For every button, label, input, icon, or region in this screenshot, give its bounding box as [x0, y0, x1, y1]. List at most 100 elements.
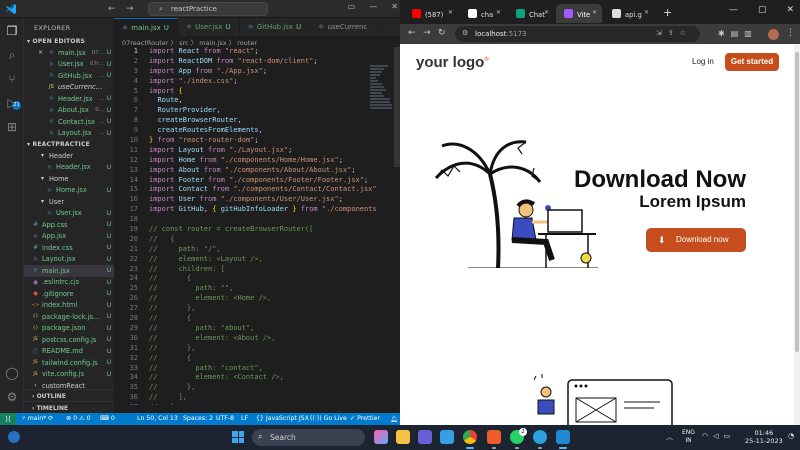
encoding-status[interactable]: UTF-8 [216, 415, 234, 422]
reload-icon[interactable]: ↻ [438, 28, 446, 38]
profile-avatar[interactable] [768, 29, 779, 40]
reading-list-icon[interactable]: ▤ [731, 29, 745, 38]
editor-tab[interactable]: ⚛ main.jsx U [114, 18, 178, 36]
open-editor-item[interactable]: ⚛ About.jsx 0... U [24, 105, 114, 117]
file-item[interactable]: ⚛ Header.jsx U [24, 162, 114, 174]
notification-bell-icon[interactable]: ◔ [788, 432, 794, 440]
file-item[interactable]: <> index.html U [24, 300, 114, 312]
tab-close-icon[interactable]: ✕ [496, 9, 501, 16]
weather-icon[interactable] [8, 431, 20, 443]
file-item[interactable]: ◆ .gitignore U [24, 288, 114, 300]
command-center-search[interactable]: ⌕ reactPractice [148, 2, 268, 16]
language-mode[interactable]: {} JavaScript JSX [256, 415, 309, 422]
notifications-icon[interactable]: 🔔︎ [390, 415, 398, 423]
maximize-button[interactable]: ▢ [758, 5, 767, 15]
nav-back-button[interactable]: ← [108, 4, 116, 14]
folder-item[interactable]: ▾ User [24, 196, 114, 208]
browser-tab[interactable]: api.g ✕ [604, 4, 654, 23]
photos-icon[interactable] [440, 430, 454, 444]
brave-icon[interactable] [487, 430, 501, 449]
start-button[interactable] [232, 431, 244, 443]
telegram-icon[interactable] [533, 430, 547, 449]
taskbar-search[interactable]: ⌕ Search [252, 429, 365, 446]
chrome-taskbar-icon[interactable] [463, 430, 477, 449]
branch-status[interactable]: ⑂ main* ⟳ [22, 415, 53, 422]
download-now-button[interactable]: ⬇ Download now [646, 228, 746, 252]
site-info-icon[interactable]: ⚙ [462, 29, 468, 37]
vscode-taskbar-icon[interactable] [556, 430, 570, 449]
close-button[interactable]: ✕ [391, 2, 398, 11]
eol-status[interactable]: LF [241, 415, 248, 422]
file-item[interactable]: JS postcss.config.js U [24, 334, 114, 346]
file-item[interactable]: ⓘ README.md U [24, 346, 114, 358]
new-tab-button[interactable]: + [663, 6, 672, 19]
ports-status[interactable]: ⌨ 0 [100, 415, 115, 422]
quick-settings[interactable]: ◠◁▭ [702, 432, 735, 440]
file-item[interactable]: ⚛ Layout.jsx U [24, 254, 114, 266]
browser-tab[interactable]: cha ✕ [460, 4, 506, 23]
file-item[interactable]: {} package-lock.js... U [24, 311, 114, 323]
cursor-position[interactable]: Ln 50, Col 13 [137, 415, 178, 422]
tab-close-icon[interactable]: ✕ [592, 9, 597, 16]
file-item[interactable]: {} package.json U [24, 323, 114, 335]
tab-close-icon[interactable]: ✕ [544, 9, 549, 16]
get-started-button[interactable]: Get started [725, 53, 779, 71]
layout-icon[interactable]: ▭ [348, 2, 356, 11]
site-logo[interactable]: your logo® [416, 54, 489, 71]
sidepanel-icon[interactable]: ▥ [744, 29, 758, 38]
folder-item[interactable]: ▾ Home [24, 173, 114, 185]
close-icon[interactable]: × [36, 49, 45, 56]
file-item[interactable]: ⚛ Home.jsx U [24, 185, 114, 197]
minimap[interactable] [370, 65, 392, 109]
search-icon[interactable]: ⌕ [5, 48, 19, 62]
browser-tab[interactable]: (587) ✕ [404, 4, 458, 23]
open-editor-item[interactable]: JS useCurrencyInfo.j... [24, 82, 114, 94]
browser-tab[interactable]: Vite ✕ [556, 4, 602, 23]
explorer-icon[interactable]: ❐ [5, 24, 19, 38]
page-scrollbar-thumb[interactable] [795, 52, 799, 352]
editor-tab[interactable]: ⚛ GitHub.jsx U [240, 18, 311, 36]
forward-icon[interactable]: → [423, 28, 431, 38]
open-editors-header[interactable]: ▾ OPEN EDITORS [24, 36, 114, 47]
open-editor-item[interactable]: ⚛ Header.jsx... U [24, 93, 114, 105]
file-item[interactable]: JS vite.config.js U [24, 369, 114, 381]
file-item[interactable]: # index.css U [24, 242, 114, 254]
install-icon[interactable]: ⇲ [656, 29, 668, 37]
tab-close-icon[interactable]: ✕ [644, 9, 649, 16]
folder-item[interactable]: ▾ Header [24, 150, 114, 162]
open-editor-item[interactable]: × ⚛ main.jsx 07... U [24, 47, 114, 59]
account-icon[interactable]: ◯ [5, 366, 19, 380]
file-item[interactable]: ⚛ User.jsx U [24, 208, 114, 220]
go-live-button[interactable]: ((·)) Go Live [310, 415, 347, 422]
teams-icon[interactable] [418, 430, 432, 444]
minimize-button[interactable]: — [369, 2, 377, 11]
star-icon[interactable]: ☆ [680, 29, 692, 37]
open-editor-item[interactable]: ⚛ Contact.jsx... U [24, 116, 114, 128]
address-bar[interactable]: ⚙ localhost:5173 ⇲⇪☆ [455, 26, 700, 42]
indentation-status[interactable]: Spaces: 2 [183, 415, 213, 422]
menu-icon[interactable]: ⋮ [786, 28, 795, 38]
open-editor-item[interactable]: ⚛ User.jsx 07r... U [24, 59, 114, 71]
back-icon[interactable]: ← [408, 28, 416, 38]
problems-status[interactable]: ⊗ 0 ⚠ 0 [66, 415, 91, 422]
breadcrumb[interactable]: 07reactRouter 〉 src 〉 main.jsx 〉 router [114, 36, 400, 47]
file-item[interactable]: JS tailwind.config.js U [24, 357, 114, 369]
close-button[interactable]: ✕ [786, 5, 794, 15]
open-editor-item[interactable]: ⚛ Layout.jsx... U [24, 128, 114, 140]
timeline-header[interactable]: › TIMELINE [24, 401, 114, 413]
open-editor-item[interactable]: ⚛ GitHub.jsx... U [24, 70, 114, 82]
share-icon[interactable]: ⇪ [668, 29, 680, 37]
tab-close-icon[interactable]: ✕ [448, 9, 453, 16]
file-explorer-icon[interactable] [396, 430, 410, 444]
file-item[interactable]: ◉ .eslintrc.cjs U [24, 277, 114, 289]
clock[interactable]: 01:46 25-11-2023 [745, 429, 783, 445]
page-scrollbar[interactable] [794, 44, 800, 425]
file-item[interactable]: # App.css U [24, 219, 114, 231]
browser-tab[interactable]: Chat ✕ [508, 4, 554, 23]
prettier-status[interactable]: ✓ Prettier [350, 415, 380, 422]
gear-icon[interactable]: ⚙ [5, 390, 19, 404]
extensions-icon[interactable]: ✱ [718, 29, 731, 38]
project-header[interactable]: ▾ REACTPRACTICE [24, 139, 114, 150]
editor-tab[interactable]: ⚛ useCurrenc [310, 18, 380, 36]
copilot-icon[interactable] [374, 430, 388, 444]
